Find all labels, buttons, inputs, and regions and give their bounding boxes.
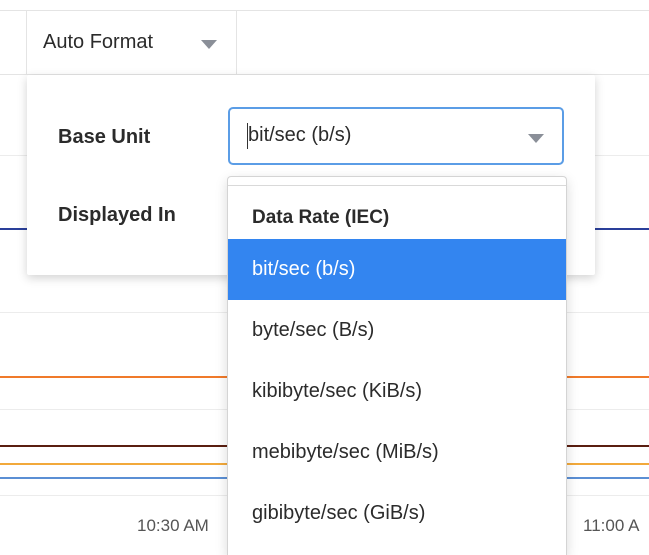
- chevron-down-icon: [201, 40, 217, 49]
- chevron-down-icon: [528, 134, 544, 143]
- dropdown-option[interactable]: bit/sec (b/s): [228, 239, 566, 300]
- group-header: Data Rate (IEC): [252, 207, 390, 228]
- base-unit-label: Base Unit: [58, 126, 151, 148]
- auto-format-label: Auto Format: [43, 31, 154, 53]
- base-unit-select-value: bit/sec (b/s): [248, 124, 352, 146]
- dropdown-option-label: gibibyte/sec (GiB/s): [252, 502, 426, 524]
- dropdown-option[interactable]: kibibyte/sec (KiB/s): [228, 361, 566, 422]
- dropdown-option-label: byte/sec (B/s): [252, 319, 375, 341]
- x-tick-label: 11:00 A: [583, 516, 640, 535]
- base-unit-dropdown: Data Rate (IEC) bit/sec (b/s) byte/sec (B…: [227, 176, 567, 555]
- displayed-in-label: Displayed In: [58, 204, 176, 226]
- x-tick-label: 10:30 AM: [137, 516, 209, 535]
- dropdown-option-label: mebibyte/sec (MiB/s): [252, 441, 439, 463]
- base-unit-select[interactable]: bit/sec (b/s): [228, 107, 564, 165]
- dropdown-option[interactable]: gibibyte/sec (GiB/s): [228, 483, 566, 544]
- auto-format-button[interactable]: Auto Format: [26, 11, 237, 74]
- dropdown-option[interactable]: mebibyte/sec (MiB/s): [228, 422, 566, 483]
- dropdown-option[interactable]: byte/sec (B/s): [228, 300, 566, 361]
- dropdown-option-label: bit/sec (b/s): [252, 258, 356, 280]
- divider: [228, 185, 566, 186]
- dropdown-option-label: kibibyte/sec (KiB/s): [252, 380, 423, 402]
